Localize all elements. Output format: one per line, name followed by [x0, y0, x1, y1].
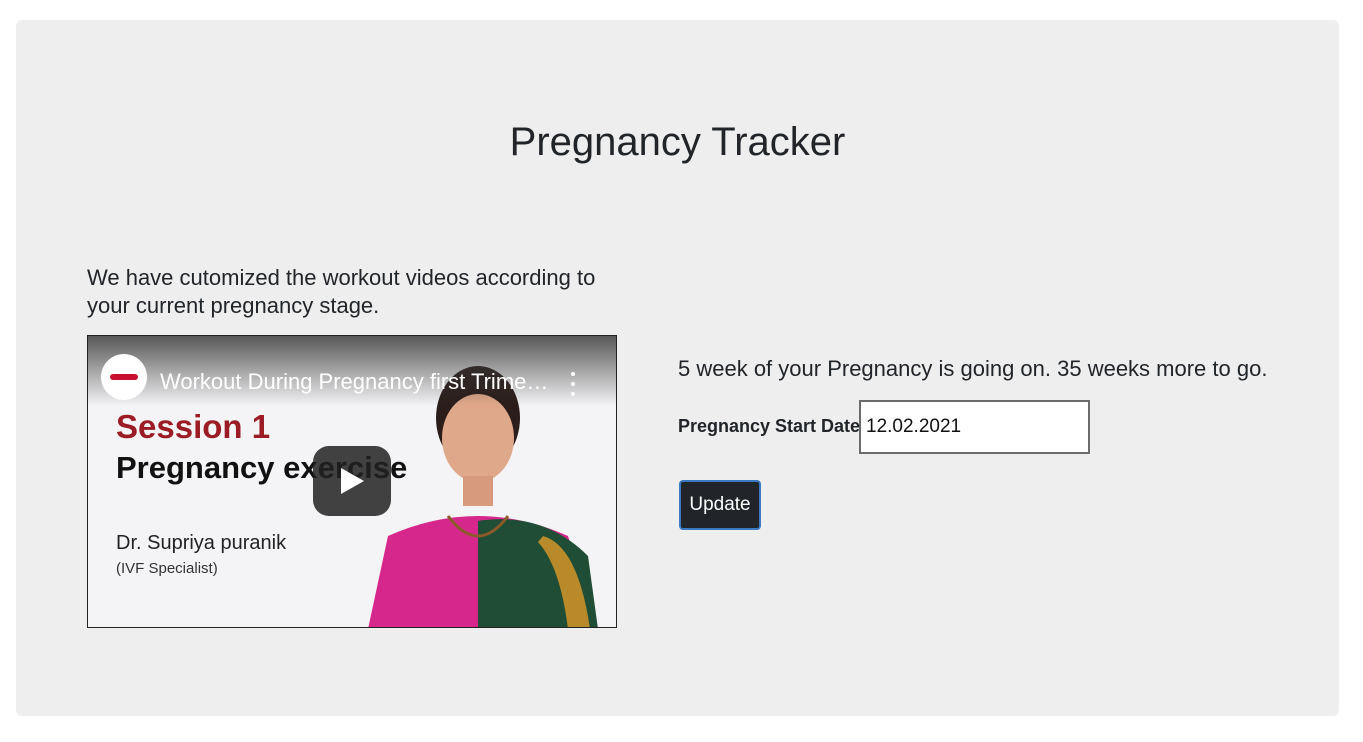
channel-logo-icon[interactable] — [101, 354, 147, 400]
page-title: Pregnancy Tracker — [509, 120, 846, 164]
video-play-button[interactable] — [313, 446, 391, 516]
workout-video-player[interactable]: Workout During Pregnancy first Trimest..… — [87, 335, 617, 628]
video-doctor-name: Dr. Supriya puranik — [116, 532, 287, 554]
start-date-label: Pregnancy Start Date — [678, 416, 861, 436]
tracker-card: Pregnancy Tracker We have cutomized the … — [16, 20, 1339, 716]
video-title[interactable]: Workout During Pregnancy first Trimest..… — [160, 369, 550, 395]
play-icon — [341, 468, 364, 494]
start-date-input[interactable] — [859, 400, 1090, 454]
update-button[interactable]: Update — [679, 480, 761, 530]
video-doctor-role: (IVF Specialist) — [116, 560, 218, 577]
video-session-label: Session 1 — [116, 408, 271, 445]
more-vert-icon[interactable] — [568, 372, 578, 396]
workout-intro-text: We have cutomized the workout videos acc… — [87, 265, 596, 318]
pregnancy-status-text: 5 week of your Pregnancy is going on. 35… — [678, 356, 1268, 381]
